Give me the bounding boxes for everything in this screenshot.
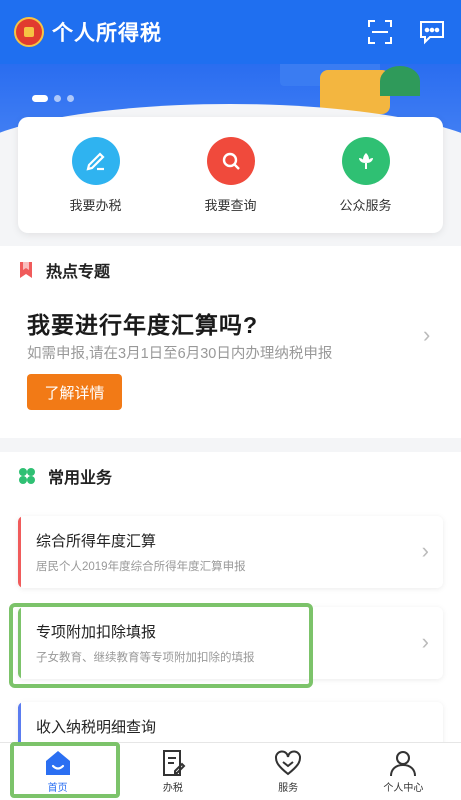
section-header: 热点专题 — [18, 258, 110, 282]
quick-action-file-tax[interactable]: 我要办税 — [41, 136, 151, 214]
tab-tax[interactable]: 办税 — [115, 743, 230, 800]
highlight-box — [10, 742, 120, 798]
quick-action-label: 公众服务 — [339, 197, 392, 213]
tab-label: 个人中心 — [383, 783, 424, 794]
common-business-section: 常用业务 — [0, 452, 461, 742]
tab-label: 办税 — [162, 783, 183, 794]
hot-topic-subtitle: 如需申报,请在3月1日至6月30日内办理纳税申报 — [27, 346, 333, 362]
tab-label: 服务 — [278, 783, 299, 794]
search-icon — [206, 136, 255, 185]
highlight-box — [9, 603, 313, 688]
tab-service[interactable]: 服务 — [231, 743, 346, 800]
clover-icon — [19, 468, 35, 484]
hot-topic-section: 热点专题 我要进行年度汇算吗? 如需申报,请在3月1日至6月30日内办理纳税申报… — [0, 246, 461, 438]
business-item-title: 收入纳税明细查询 — [36, 719, 157, 736]
chevron-right-icon[interactable]: › — [423, 322, 430, 348]
carousel-dot — [54, 95, 61, 102]
hot-topic-title[interactable]: 我要进行年度汇算吗? — [27, 306, 258, 340]
chevron-right-icon: › — [421, 538, 429, 563]
app-title: 个人所得税 — [52, 22, 162, 45]
message-icon[interactable] — [416, 16, 448, 48]
edit-icon — [71, 136, 120, 185]
section-title: 热点专题 — [46, 264, 111, 281]
accent-bar — [18, 516, 21, 588]
quick-actions-card: 我要办税 我要查询 公众服务 — [18, 117, 443, 233]
learn-more-button[interactable]: 了解详情 — [27, 374, 122, 410]
quick-action-label: 我要查询 — [204, 197, 257, 213]
section-title: 常用业务 — [48, 470, 113, 487]
quick-action-label: 我要办税 — [69, 197, 122, 213]
scan-icon[interactable] — [364, 16, 396, 48]
business-item-subtitle: 居民个人2019年度综合所得年度汇算申报 — [36, 561, 246, 573]
quick-action-query[interactable]: 我要查询 — [176, 136, 286, 214]
emblem-icon — [14, 17, 44, 47]
quick-action-public-service[interactable]: 公众服务 — [311, 136, 421, 214]
user-icon — [390, 751, 417, 777]
business-item-annual-settlement[interactable]: 综合所得年度汇算 居民个人2019年度综合所得年度汇算申报 › — [18, 516, 443, 588]
tax-form-icon — [162, 750, 186, 776]
service-heart-icon — [275, 750, 302, 776]
tab-personal-center[interactable]: 个人中心 — [346, 743, 461, 800]
carousel-indicator — [32, 95, 74, 102]
carousel-dot-active — [32, 95, 48, 102]
section-header: 常用业务 — [18, 464, 112, 488]
carousel-dot — [67, 95, 74, 102]
app-header: 个人所得税 — [0, 0, 461, 64]
business-item-title: 综合所得年度汇算 — [36, 533, 157, 550]
bookmark-icon — [20, 262, 32, 278]
flower-icon — [341, 136, 390, 185]
chevron-right-icon: › — [421, 629, 429, 654]
